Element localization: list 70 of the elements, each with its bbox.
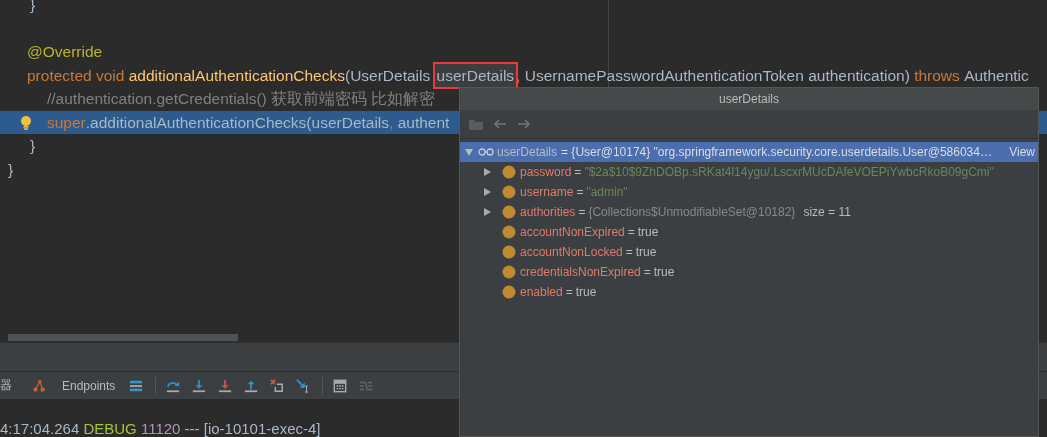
field-icon: [502, 225, 516, 239]
code-keyword: protected void: [27, 65, 126, 86]
field-name: credentialsNonExpired: [520, 265, 641, 279]
field-value: true: [653, 265, 675, 279]
toolbar-label: 器: [0, 377, 12, 394]
code-comment: //authentication.getCredentials() 获取前端密码 比如解密: [47, 89, 436, 109]
field-value: "$2a$10$9ZhDOBp.sRKat4l14ygu/.LscxrMUcDAfeVOEPiYwbcRkoB09gCmi": [584, 165, 994, 179]
step-into-icon[interactable]: [192, 378, 207, 393]
field-value: true: [575, 285, 597, 299]
annotation-text: @Override: [27, 42, 103, 62]
scrollbar-thumb[interactable]: [8, 334, 238, 341]
view-link[interactable]: View: [1009, 145, 1035, 159]
endpoints-button[interactable]: Endpoints: [32, 378, 116, 393]
expanded-arrow-icon[interactable]: [464, 147, 474, 157]
variable-name: userDetails: [497, 145, 558, 159]
equals-sign: =: [564, 285, 574, 299]
equals-sign: =: [626, 225, 636, 239]
field-name: enabled: [520, 285, 563, 299]
code-keyword: super: [47, 112, 86, 133]
field-icon: [502, 285, 516, 299]
highlighted-parameter: userDetails: [434, 63, 517, 87]
code-text: 4:17:04.264: [0, 420, 81, 437]
code-text: authent: [396, 112, 450, 133]
collapsed-arrow-icon[interactable]: [482, 187, 492, 197]
code-text: }: [8, 159, 14, 180]
field-value: true: [637, 225, 659, 239]
code-text: --- [io-10101-exec-4]: [183, 420, 321, 437]
code-text: UsernamePasswordAuthenticationToken authentication): [523, 65, 911, 86]
field-icon: [502, 205, 516, 219]
equals-sign: =: [577, 205, 587, 219]
run-to-cursor-icon[interactable]: [296, 378, 311, 393]
equals-sign: =: [624, 245, 634, 259]
field-icon: [502, 185, 516, 199]
field-name: accountNonExpired: [520, 225, 625, 239]
equals-sign: =: [575, 185, 585, 199]
popup-title: userDetails: [460, 88, 1038, 110]
equals-sign: =: [642, 265, 652, 279]
field-value: {Collections$UnmodifiableSet@10182}: [588, 205, 796, 219]
glasses-icon: [478, 148, 494, 156]
step-out-icon[interactable]: [244, 378, 259, 393]
code-text: Authentic: [964, 65, 1029, 86]
collection-size: size = 11: [803, 205, 851, 219]
log-level: DEBUG: [83, 420, 137, 437]
equals-sign: =: [573, 165, 583, 179]
code-keyword: ,: [389, 112, 394, 133]
tree-row[interactable]: userDetails = {User@10174} "org.springframework.security.core.userdetails.User@586034… View: [460, 142, 1038, 162]
lightbulb-icon[interactable]: [20, 114, 32, 130]
field-icon: [502, 245, 516, 259]
force-step-into-icon[interactable]: [218, 378, 233, 393]
field-name: username: [520, 185, 574, 199]
code-keyword: ,: [516, 65, 521, 86]
field-value: true: [635, 245, 657, 259]
drop-frame-icon[interactable]: [270, 378, 285, 393]
field-value: "admin": [586, 185, 628, 199]
method-name: additionalAuthenticationChecks: [128, 65, 345, 86]
network-nodes-icon: [32, 378, 46, 393]
calculator-icon[interactable]: [333, 378, 348, 393]
field-icon: [502, 265, 516, 279]
field-name: accountNonLocked: [520, 245, 623, 259]
code-text: }: [30, 136, 36, 156]
menu-icon[interactable]: [129, 378, 144, 393]
field-name: authorities: [520, 205, 576, 219]
field-icon: [502, 165, 516, 179]
collapsed-arrow-icon[interactable]: [482, 207, 492, 217]
collapsed-arrow-icon[interactable]: [482, 167, 492, 177]
code-text: (UserDetails: [344, 65, 432, 86]
field-name: password: [520, 165, 572, 179]
code-keyword: throws: [914, 65, 961, 86]
process-id: 11120: [139, 420, 181, 437]
variable-value: = {User@10174} "org.springframework.security.core.userdetails.User@586034…: [560, 145, 993, 159]
